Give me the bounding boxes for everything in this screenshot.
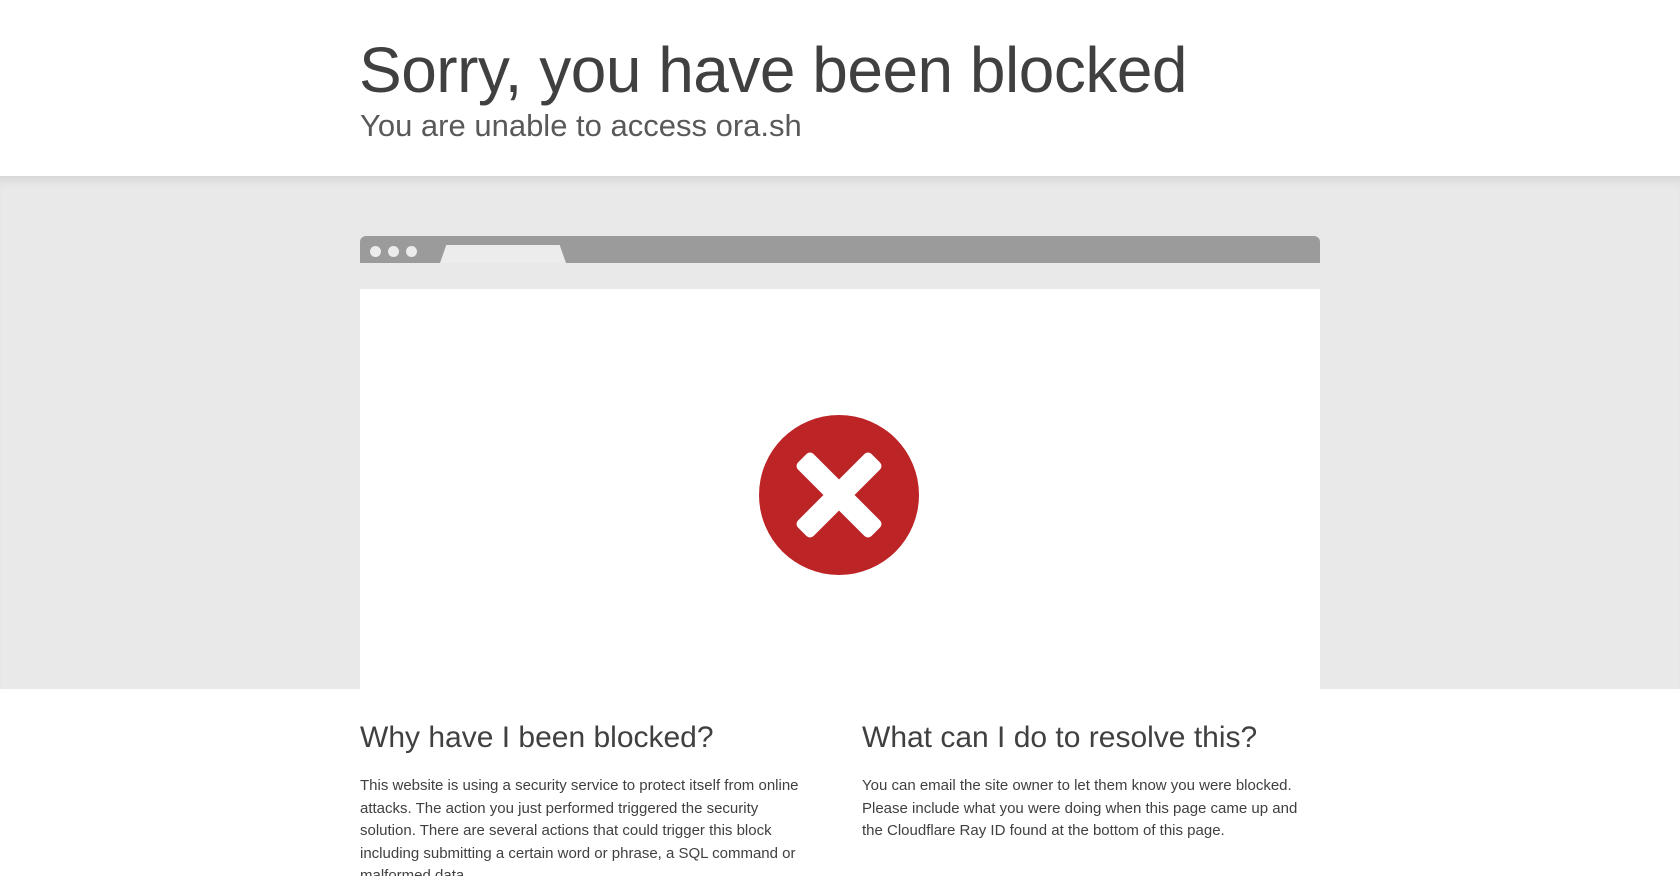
- resolve-text: You can email the site owner to let them…: [862, 777, 1298, 839]
- resolve-heading: What can I do to resolve this?: [862, 721, 1258, 754]
- page-header: Sorry, you have been blocked You are una…: [0, 0, 1680, 176]
- why-blocked-heading: Why have I been blocked?: [360, 721, 714, 754]
- browser-tab: [440, 245, 566, 263]
- info-section: Why have I been blocked? This website is…: [0, 689, 1680, 876]
- why-blocked-section: Why have I been blocked? This website is…: [360, 689, 818, 876]
- browser-content: [360, 289, 1320, 689]
- window-dot-icon: [406, 246, 417, 257]
- window-dot-icon: [388, 246, 399, 257]
- browser-illustration: [360, 236, 1320, 689]
- browser-bar: [360, 236, 1320, 263]
- resolve-section: What can I do to resolve this? You can e…: [862, 689, 1320, 843]
- page-title: Sorry, you have been blocked: [359, 34, 1188, 106]
- error-x-icon: [759, 415, 919, 575]
- page-subtitle: You are unable to access ora.sh: [360, 108, 802, 143]
- illustration-band: [0, 176, 1680, 689]
- window-dot-icon: [370, 246, 381, 257]
- why-blocked-text: This website is using a security service…: [360, 777, 799, 876]
